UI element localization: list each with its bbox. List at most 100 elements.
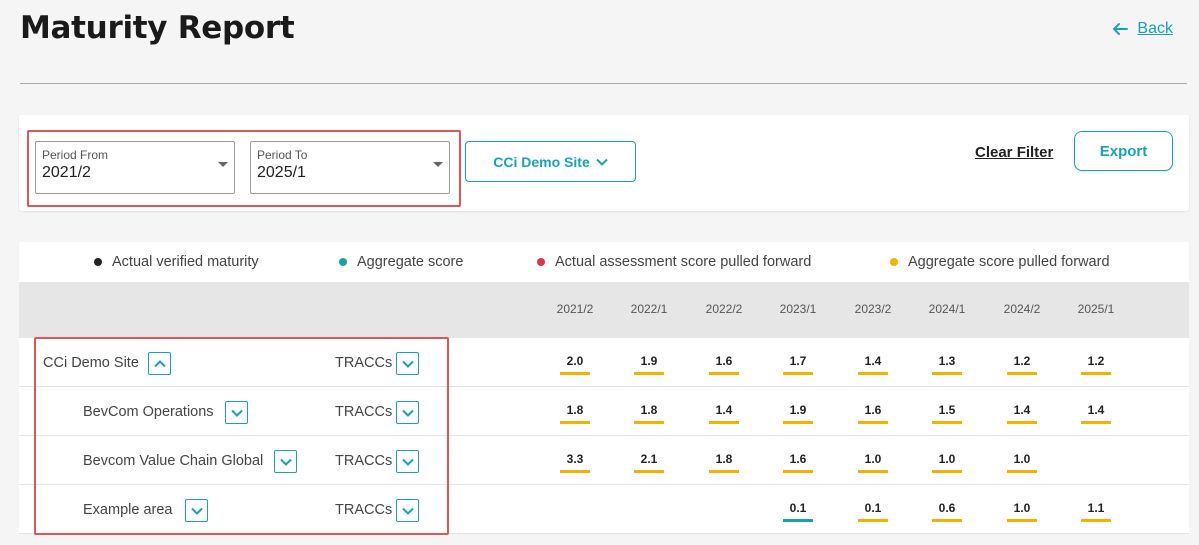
score-indicator-bar — [1081, 519, 1111, 522]
score-value: 1.6 — [789, 452, 807, 466]
score-cell: 1.1 — [1078, 501, 1114, 522]
score-cell: 0.6 — [929, 501, 965, 522]
score-indicator-bar — [783, 519, 813, 522]
back-link[interactable]: Back — [1111, 20, 1173, 38]
legend-label: Actual verified maturity — [112, 254, 259, 270]
score-value: 1.5 — [938, 403, 956, 417]
score-indicator-bar — [560, 421, 590, 424]
type-toggle[interactable] — [396, 352, 419, 375]
score-indicator-bar — [858, 470, 888, 473]
score-cell: 1.4 — [1004, 403, 1040, 424]
export-button[interactable]: Export — [1074, 131, 1173, 171]
score-value: 0.6 — [938, 501, 956, 515]
score-value: 1.8 — [715, 452, 733, 466]
legend-item: Actual assessment score pulled forward — [537, 254, 811, 270]
score-indicator-bar — [1007, 470, 1037, 473]
score-indicator-bar — [932, 421, 962, 424]
score-value: 1.0 — [938, 452, 956, 466]
score-value: 1.4 — [1087, 403, 1105, 417]
score-value: 1.4 — [864, 354, 882, 368]
score-cell: 0.1 — [855, 501, 891, 522]
score-cell: 1.6 — [855, 403, 891, 424]
period-header: 2022/1 — [630, 302, 668, 316]
score-cell: 1.4 — [706, 403, 742, 424]
score-indicator-bar — [634, 470, 664, 473]
score-cell: 1.6 — [706, 354, 742, 375]
period-to-select[interactable]: Period To 2025/1 — [250, 141, 450, 194]
score-indicator-bar — [858, 372, 888, 375]
period-header: 2024/1 — [928, 302, 966, 316]
chevron-down-icon — [401, 409, 414, 417]
score-indicator-bar — [858, 519, 888, 522]
score-indicator-bar — [709, 372, 739, 375]
score-cell: 1.8 — [557, 403, 593, 424]
score-cell: 1.9 — [631, 354, 667, 375]
score-value: 3.3 — [566, 452, 584, 466]
score-value: 1.3 — [938, 354, 956, 368]
clear-filter-link[interactable]: Clear Filter — [975, 144, 1053, 161]
score-cell: 1.2 — [1078, 354, 1114, 375]
chevron-down-icon — [401, 507, 414, 515]
legend-label: Actual assessment score pulled forward — [555, 254, 812, 270]
score-indicator-bar — [709, 470, 739, 473]
chevron-down-icon — [401, 360, 414, 368]
score-indicator-bar — [634, 421, 664, 424]
score-value: 1.2 — [1087, 354, 1105, 368]
expand-toggle[interactable] — [274, 450, 297, 473]
score-cell: 1.0 — [1004, 501, 1040, 522]
legend-label: Aggregate score pulled forward — [908, 254, 1110, 270]
score-value: 1.0 — [1013, 501, 1031, 515]
score-cell: 1.4 — [1078, 403, 1114, 424]
chevron-down-icon — [596, 158, 608, 166]
score-value: 2.1 — [640, 452, 658, 466]
row-name: Bevcom Value Chain Global — [83, 453, 264, 469]
collapse-toggle[interactable] — [148, 352, 171, 375]
score-value: 1.4 — [1013, 403, 1031, 417]
row-type: TRACCs — [335, 404, 393, 420]
score-indicator-bar — [634, 372, 664, 375]
score-cell: 1.5 — [929, 403, 965, 424]
legend-item: Actual verified maturity — [94, 254, 259, 270]
period-from-select[interactable]: Period From 2021/2 — [35, 141, 235, 194]
chevron-up-icon — [153, 359, 166, 367]
score-cell: 1.0 — [1004, 452, 1040, 473]
row-type: TRACCs — [335, 502, 393, 518]
score-value: 1.8 — [566, 403, 584, 417]
score-indicator-bar — [1007, 372, 1037, 375]
legend-dot — [890, 258, 898, 266]
expand-toggle[interactable] — [185, 499, 208, 522]
period-header: 2021/2 — [556, 302, 594, 316]
score-indicator-bar — [932, 372, 962, 375]
score-indicator-bar — [783, 421, 813, 424]
type-toggle[interactable] — [396, 450, 419, 473]
legend: Actual verified maturity Aggregate score… — [19, 242, 1189, 282]
back-label: Back — [1137, 20, 1173, 37]
site-select-button[interactable]: CCi Demo Site — [465, 141, 636, 182]
row-type: TRACCs — [335, 355, 393, 371]
score-value: 1.2 — [1013, 354, 1031, 368]
score-indicator-bar — [560, 372, 590, 375]
row-name: CCi Demo Site — [43, 355, 139, 371]
site-button-label: CCi Demo Site — [493, 153, 590, 170]
score-indicator-bar — [1081, 421, 1111, 424]
period-from-label: Period From — [42, 148, 109, 162]
chevron-down-icon — [279, 458, 292, 466]
score-indicator-bar — [560, 470, 590, 473]
period-header: 2022/2 — [705, 302, 743, 316]
score-value: 2.0 — [566, 354, 584, 368]
score-cell: 1.0 — [929, 452, 965, 473]
period-from-value: 2021/2 — [42, 164, 91, 181]
score-value: 1.8 — [640, 403, 658, 417]
score-indicator-bar — [1007, 519, 1037, 522]
expand-toggle[interactable] — [225, 401, 248, 424]
caret-down-icon — [433, 162, 443, 167]
score-value: 0.1 — [864, 501, 882, 515]
score-value: 1.0 — [864, 452, 882, 466]
score-cell: 0.1 — [780, 501, 816, 522]
period-to-label: Period To — [257, 148, 308, 162]
caret-down-icon — [218, 162, 228, 167]
type-toggle[interactable] — [396, 401, 419, 424]
period-header: 2023/2 — [854, 302, 892, 316]
chevron-down-icon — [190, 507, 203, 515]
type-toggle[interactable] — [396, 499, 419, 522]
